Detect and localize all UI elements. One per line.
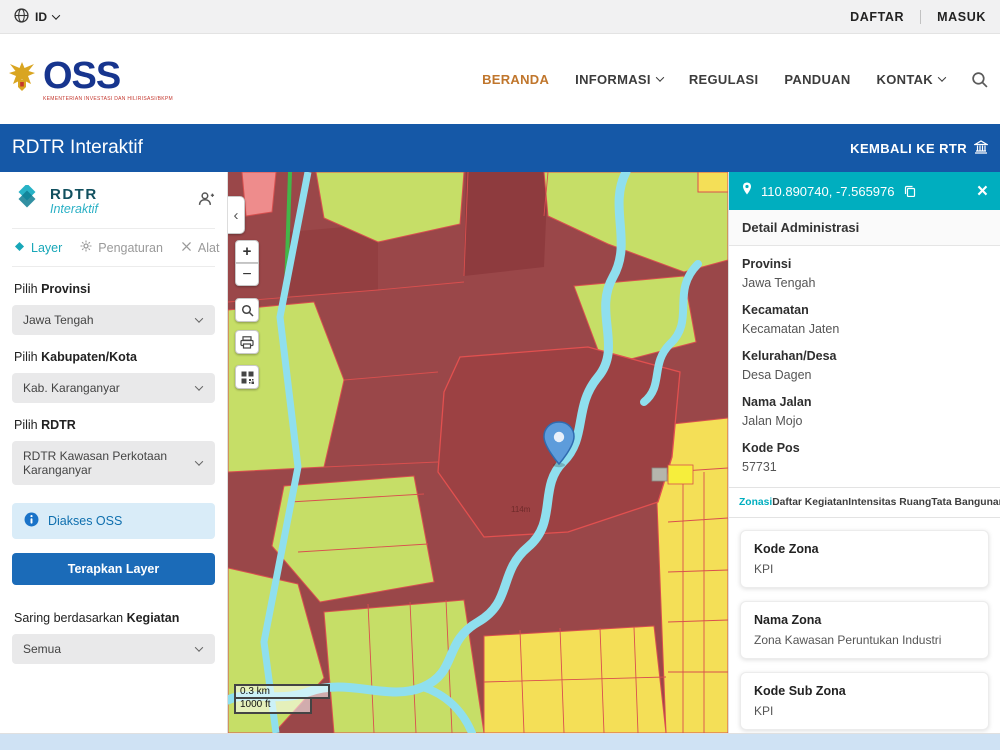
garuda-emblem-icon [8, 60, 36, 99]
chevron-down-icon [195, 457, 203, 465]
section-title: Detail Administrasi [729, 210, 1000, 246]
kegiatan-filter-select[interactable]: Semua [12, 634, 215, 664]
qr-grid-icon [241, 371, 254, 384]
diakses-oss-button[interactable]: Diakses OSS [12, 503, 215, 539]
map-search-button[interactable] [235, 298, 259, 322]
sidebar-brand-row: RDTR Interaktif [12, 172, 215, 229]
card-kode-sub-zona: Kode Sub Zona KPI [740, 672, 989, 730]
chevron-down-icon [195, 314, 203, 322]
oss-subtext: KEMENTERIAN INVESTASI DAN HILIRISASI/BKP… [43, 97, 173, 102]
footer-strip [0, 733, 1000, 750]
province-select[interactable]: Jawa Tengah [12, 305, 215, 335]
magnifier-icon [241, 304, 254, 317]
rdtr-diamond-icon [12, 185, 42, 217]
chevron-down-icon [938, 73, 946, 81]
divider [920, 10, 921, 24]
language-label: ID [35, 10, 47, 24]
close-icon[interactable]: × [977, 182, 988, 201]
zoom-out-button[interactable]: − [235, 263, 259, 286]
nav-kontak[interactable]: KONTAK [877, 72, 945, 87]
tools-icon [181, 241, 192, 255]
nav-informasi[interactable]: INFORMASI [575, 72, 663, 87]
globe-icon [14, 8, 29, 26]
rdtr-label: Pilih RDTR [14, 418, 213, 432]
chevron-down-icon [656, 73, 664, 81]
field-kecamatan: Kecamatan Kecamatan Jaten [742, 303, 987, 336]
coordinates-text: 110.890740, -7.565976 [761, 184, 969, 199]
field-kelurahan: Kelurahan/Desa Desa Dagen [742, 349, 987, 382]
tab-alat[interactable]: Alat [181, 241, 220, 255]
main-nav: BERANDA INFORMASI REGULASI PANDUAN KONTA… [482, 71, 988, 88]
register-link[interactable]: DAFTAR [850, 10, 904, 24]
chevron-down-icon [195, 643, 203, 651]
regency-select[interactable]: Kab. Karanganyar [12, 373, 215, 403]
map-scalebar: 0.3 km 1000 ft [234, 684, 330, 714]
tab-tata-bangunan[interactable]: Tata Bangunan [931, 497, 1000, 508]
oss-text: OSS [43, 57, 173, 95]
zoom-in-button[interactable]: + [235, 240, 259, 263]
admin-fields: Provinsi Jawa Tengah Kecamatan Kecamatan… [729, 246, 1000, 487]
map-canvas[interactable]: 114m [228, 172, 728, 733]
gear-icon [80, 240, 92, 255]
info-icon [24, 512, 39, 530]
map-area-label: 114m [511, 505, 531, 514]
field-jalan: Nama Jalan Jalan Mojo [742, 395, 987, 428]
chevron-down-icon [195, 382, 203, 390]
map[interactable]: 114m ‹ + − 0.3 km 1000 ft [228, 172, 728, 733]
sidebar-tabs: Layer Pengaturan Alat [12, 229, 215, 267]
regency-label: Pilih Kabupaten/Kota [14, 350, 213, 364]
rdtr-select[interactable]: RDTR Kawasan Perkotaan Karanganyar [12, 441, 215, 485]
language-selector[interactable]: ID [14, 8, 59, 26]
tab-pengaturan[interactable]: Pengaturan [80, 240, 163, 255]
main-area: RDTR Interaktif Layer Pengaturan Alat [0, 172, 1000, 733]
search-icon[interactable] [971, 71, 988, 88]
detail-panel: 110.890740, -7.565976 × Detail Administr… [728, 172, 1000, 733]
map-basemap-button[interactable] [235, 365, 259, 389]
pin-icon [741, 181, 753, 201]
main-header: OSS KEMENTERIAN INVESTASI DAN HILIRISASI… [0, 34, 1000, 124]
card-nama-zona: Nama Zona Zona Kawasan Peruntukan Indust… [740, 601, 989, 659]
oss-wordmark: OSS KEMENTERIAN INVESTASI DAN HILIRISASI… [43, 57, 173, 102]
scale-km: 0.3 km [234, 684, 330, 699]
utility-bar: ID DAFTAR MASUK [0, 0, 1000, 34]
zona-tabs: Zonasi Daftar Kegiatan Intensitas Ruang … [729, 487, 1000, 518]
coordinates-header: 110.890740, -7.565976 × [729, 172, 1000, 210]
province-label: Pilih Provinsi [14, 282, 213, 296]
filter-label: Saring berdasarkan Kegiatan [14, 611, 213, 625]
tab-intensitas-ruang[interactable]: Intensitas Ruang [848, 497, 931, 508]
add-user-icon[interactable] [197, 191, 215, 211]
building-icon [974, 140, 988, 157]
login-link[interactable]: MASUK [937, 10, 986, 24]
field-provinsi: Provinsi Jawa Tengah [742, 257, 987, 290]
layer-diamond-icon [14, 241, 25, 255]
nav-panduan[interactable]: PANDUAN [784, 72, 850, 87]
page-title: RDTR Interaktif [12, 137, 143, 159]
tab-layer[interactable]: Layer [14, 241, 62, 255]
tab-daftar-kegiatan[interactable]: Daftar Kegiatan [772, 497, 848, 508]
map-print-button[interactable] [235, 330, 259, 354]
field-kodepos: Kode Pos 57731 [742, 441, 987, 474]
nav-beranda[interactable]: BERANDA [482, 72, 549, 87]
page-title-bar: RDTR Interaktif KEMBALI KE RTR [0, 124, 1000, 172]
oss-logo[interactable]: OSS KEMENTERIAN INVESTASI DAN HILIRISASI… [8, 57, 173, 102]
printer-icon [240, 336, 254, 349]
copy-icon[interactable] [904, 185, 916, 197]
tab-zonasi[interactable]: Zonasi [739, 497, 772, 508]
auth-links: DAFTAR MASUK [850, 10, 986, 24]
card-kode-zona: Kode Zona KPI [740, 530, 989, 588]
rdtr-brand-text: RDTR Interaktif [50, 186, 98, 216]
nav-regulasi[interactable]: REGULASI [689, 72, 759, 87]
layer-sidebar: RDTR Interaktif Layer Pengaturan Alat [0, 172, 228, 733]
scale-ft: 1000 ft [234, 699, 312, 714]
back-to-rtr-button[interactable]: KEMBALI KE RTR [850, 140, 988, 157]
zona-cards: Kode Zona KPI Nama Zona Zona Kawasan Per… [729, 518, 1000, 733]
rdtr-brand: RDTR Interaktif [12, 185, 98, 217]
terapkan-layer-button[interactable]: Terapkan Layer [12, 553, 215, 585]
sidebar-collapse-button[interactable]: ‹ [228, 196, 245, 234]
chevron-down-icon [52, 11, 60, 19]
